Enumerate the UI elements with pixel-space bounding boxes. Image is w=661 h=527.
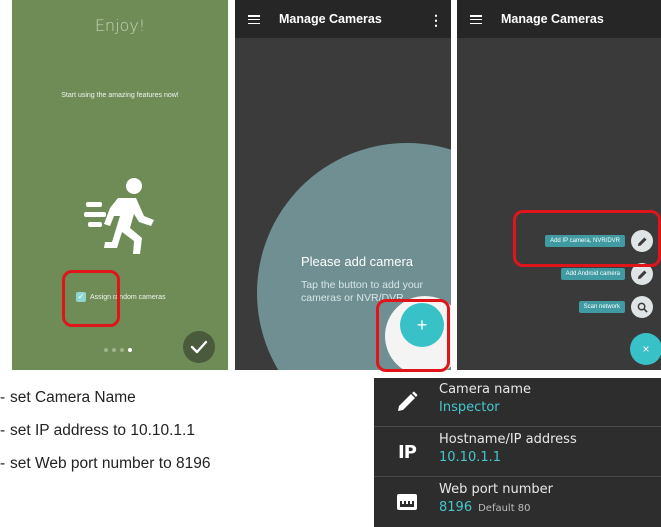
web-port-hint: Default 80 [478,503,531,514]
more-options-icon[interactable]: ⋮ [429,12,443,29]
ethernet-port-icon [394,490,420,514]
step-text: set Web port number to 8196 [10,455,211,472]
running-person-icon [84,178,154,254]
done-button[interactable] [183,331,215,363]
app-bar: Manage Cameras ⋮ [235,0,451,38]
web-port-label: Web port number [439,482,553,497]
onboarding-title: Enjoy! [94,16,146,35]
page-dot-active [128,348,132,352]
step-text: set Camera Name [10,389,136,406]
highlight-checkbox [62,270,120,327]
highlight-add-ip-camera [513,210,661,267]
step-bullet: - [0,422,6,439]
hostname-value[interactable]: 10.10.1.1 [439,450,501,465]
camera-settings-list: Camera name Inspector IP Hostname/IP add… [374,378,661,527]
web-port-setting[interactable]: Web port number 8196 Default 80 [374,478,661,526]
divider [374,426,661,427]
app-title: Manage Cameras [279,12,382,26]
menu-icon[interactable] [248,15,260,25]
add-android-camera-label[interactable]: Add Android camera [560,268,625,280]
camera-name-label: Camera name [439,382,532,397]
onboarding-subtitle: Start using the amazing features now! [61,92,179,99]
empty-state-title: Please add camera [301,254,414,269]
highlight-add-button [376,299,450,372]
page-dot [120,348,124,352]
close-options-button[interactable]: × [630,333,661,365]
step-bullet: - [0,455,6,472]
step-bullet: - [0,389,6,406]
camera-name-setting[interactable]: Camera name Inspector [374,378,661,426]
page-dot [112,348,116,352]
manage-cameras-options-screen: Manage Cameras Add IP camera, NVR/DVR Ad… [457,0,661,370]
scan-network-label[interactable]: Scan network [578,301,625,313]
divider [374,476,661,477]
menu-icon[interactable] [470,15,482,25]
onboarding-screen: Enjoy! Start using the amazing features … [12,0,228,370]
pencil-icon [394,390,420,414]
app-title: Manage Cameras [501,12,604,26]
hostname-setting[interactable]: IP Hostname/IP address 10.10.1.1 [374,428,661,476]
web-port-value-row[interactable]: 8196 Default 80 [439,500,531,515]
search-icon[interactable] [631,296,653,318]
ip-icon: IP [398,441,417,463]
camera-name-value[interactable]: Inspector [439,400,500,415]
page-indicator [104,348,132,352]
app-bar: Manage Cameras [457,0,661,38]
scan-network-option[interactable]: Scan network [578,296,653,318]
page-dot [104,348,108,352]
web-port-value[interactable]: 8196 [439,500,472,515]
step-text: set IP address to 10.10.1.1 [10,422,195,439]
check-icon [190,340,208,354]
hostname-label: Hostname/IP address [439,432,577,447]
